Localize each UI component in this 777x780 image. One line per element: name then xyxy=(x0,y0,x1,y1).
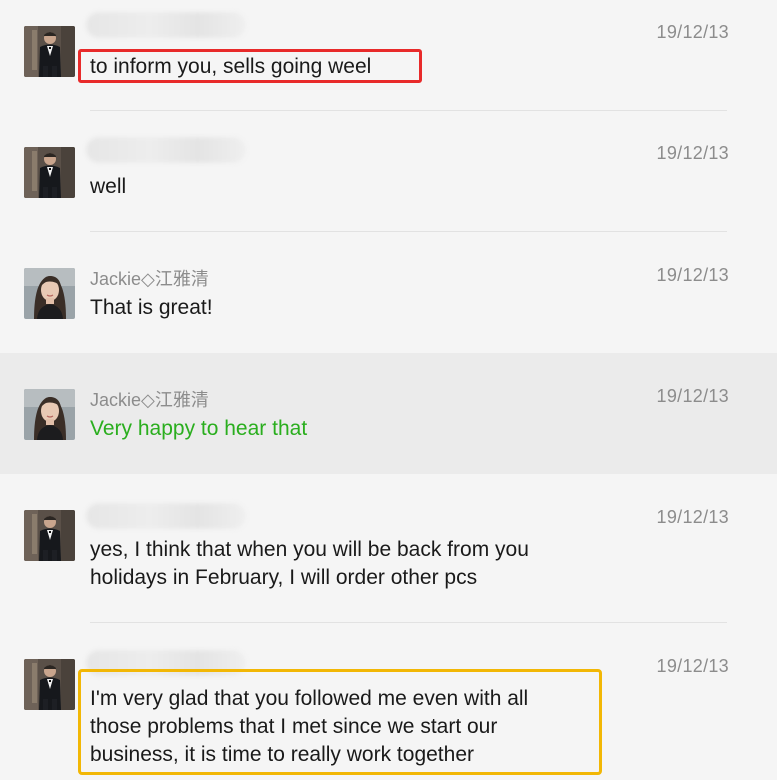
message-time: 19/12/13 xyxy=(656,22,729,42)
avatar-image xyxy=(24,26,75,77)
avatar-image xyxy=(24,510,75,561)
message-text[interactable]: Very happy to hear that xyxy=(90,415,307,443)
divider xyxy=(90,110,727,111)
avatar[interactable] xyxy=(24,26,75,77)
avatar[interactable] xyxy=(24,389,75,440)
sender-name: Jackie◇江雅清 xyxy=(90,390,209,410)
message-time: 19/12/13 xyxy=(656,143,729,163)
message-time: 19/12/13 xyxy=(656,507,729,527)
avatar-image xyxy=(24,147,75,198)
sender-name-blurred xyxy=(86,503,246,529)
avatar[interactable] xyxy=(24,268,75,319)
sender-name: Jackie◇江雅清 xyxy=(90,269,209,289)
avatar[interactable] xyxy=(24,659,75,710)
divider xyxy=(90,622,727,623)
avatar-image xyxy=(24,268,75,319)
message-text[interactable]: yes, I think that when you will be back … xyxy=(90,536,529,592)
avatar[interactable] xyxy=(24,147,75,198)
message-text[interactable]: well xyxy=(90,173,126,201)
sender-name-blurred xyxy=(86,137,246,163)
message-row-selected[interactable]: Jackie◇江雅清 19/12/13 Very happy to hear t… xyxy=(0,353,777,474)
message-text[interactable]: That is great! xyxy=(90,294,213,322)
avatar-image xyxy=(24,389,75,440)
message-row[interactable]: Jackie◇江雅清 19/12/13 That is great! xyxy=(0,233,777,353)
message-time: 19/12/13 xyxy=(656,265,729,285)
sender-name-blurred xyxy=(86,12,246,38)
divider xyxy=(90,231,727,232)
red-highlight-box xyxy=(78,49,422,83)
avatar-image xyxy=(24,659,75,710)
message-row[interactable]: 19/12/13 yes, I think that when you will… xyxy=(0,475,777,623)
message-time: 19/12/13 xyxy=(656,656,729,676)
message-row[interactable]: 19/12/13 well xyxy=(0,112,777,232)
message-time: 19/12/13 xyxy=(656,386,729,406)
yellow-highlight-box xyxy=(78,669,602,775)
avatar[interactable] xyxy=(24,510,75,561)
